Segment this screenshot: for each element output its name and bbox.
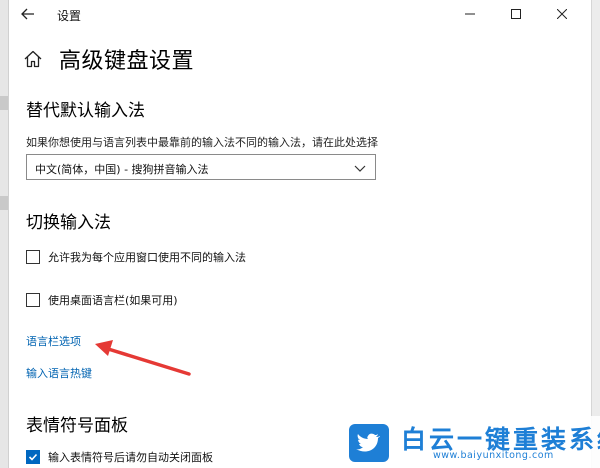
twitter-bird-icon [349,424,389,462]
checkbox-label: 输入表情符号后请勿自动关闭面板 [48,451,213,464]
checkbox-box[interactable] [26,293,40,307]
close-button[interactable] [539,0,585,28]
checkbox-per-app-input-method[interactable]: 允许我为每个应用窗口使用不同的输入法 [26,249,246,265]
link-input-language-hotkeys[interactable]: 输入语言热键 [26,365,92,381]
watermark-logo: 白云一键重装系统 www.baiyunxitong.com [341,416,600,468]
minimize-button[interactable] [447,0,493,28]
background-window-mark [0,96,8,110]
page-header: 高级键盘设置 [23,42,194,76]
checkmark-icon [28,453,38,461]
home-icon[interactable] [23,49,43,69]
checkbox-label: 使用桌面语言栏(如果可用) [48,294,178,307]
background-window-edge-left [0,0,9,468]
checkbox-label: 允许我为每个应用窗口使用不同的输入法 [48,251,246,264]
maximize-icon [511,9,521,19]
close-icon [557,9,567,19]
back-button[interactable] [15,2,41,26]
back-arrow-icon [21,8,34,20]
annotation-arrow-icon [95,340,191,376]
link-language-bar-options[interactable]: 语言栏选项 [26,333,81,349]
page-title: 高级键盘设置 [59,49,195,74]
checkbox-desktop-language-bar[interactable]: 使用桌面语言栏(如果可用) [26,292,178,308]
checkbox-box[interactable] [26,250,40,264]
maximize-button[interactable] [493,0,539,28]
input-method-dropdown[interactable]: 中文(简体，中国) - 搜狗拼音输入法 [26,154,376,180]
background-window-edge-right [591,0,600,468]
minimize-icon [465,13,475,15]
checkbox-keep-emoji-panel-open[interactable]: 输入表情符号后请勿自动关闭面板 [26,449,213,465]
background-window-mark [0,196,8,210]
title-bar: 设置 [9,0,591,30]
section-title-emoji-panel: 表情符号面板 [26,416,128,436]
window-title: 设置 [57,9,82,23]
settings-window: 设置 高级键盘设置 替代默认输入法 如果你想使用与语言列表中最靠前的输入法不同的… [9,0,591,468]
override-input-description: 如果你想使用与语言列表中最靠前的输入法不同的输入法，请在此处选择 [26,136,378,149]
section-title-switch-input: 切换输入法 [26,213,111,233]
checkbox-box-checked[interactable] [26,450,40,464]
section-title-override-input: 替代默认输入法 [26,101,145,121]
watermark-url: www.baiyunxitong.com [433,450,554,461]
input-method-selected-value: 中文(简体，中国) - 搜狗拼音输入法 [35,163,209,176]
chevron-down-icon [354,165,366,172]
